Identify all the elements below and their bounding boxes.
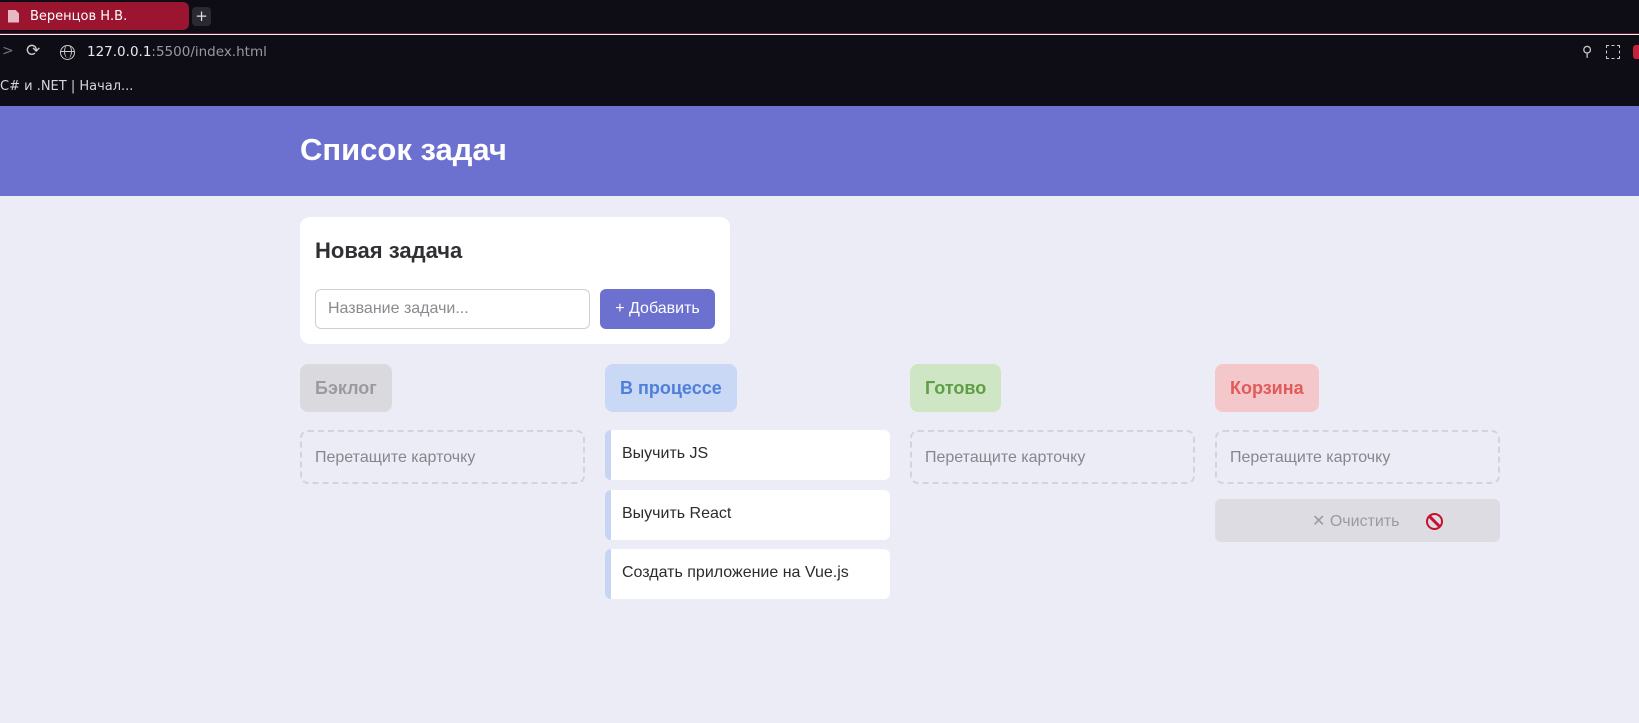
reload-icon[interactable]: ⟳	[26, 41, 40, 61]
url-field[interactable]: 127.0.0.1:5500/index.html	[87, 44, 267, 60]
drop-zone[interactable]: Перетащите карточку	[300, 430, 585, 484]
clear-button-label: ✕ Очистить	[1312, 513, 1400, 530]
add-task-button[interactable]: + Добавить	[600, 289, 715, 329]
task-card[interactable]: Создать приложение на Vue.js	[605, 549, 890, 599]
column-in-progress: В процессе Выучить JS Выучить React Созд…	[605, 364, 890, 599]
task-card[interactable]: Выучить React	[605, 490, 890, 540]
column-done: Готово Перетащите карточку	[910, 364, 1195, 484]
bookmark-item[interactable]: C# и .NET | Начал...	[0, 79, 133, 94]
column-title: Готово	[910, 364, 1002, 412]
address-bar: > ⟳ 127.0.0.1:5500/index.html ⚲	[0, 35, 1639, 71]
clear-trash-button[interactable]: ✕ Очистить	[1215, 499, 1500, 542]
browser-tab[interactable]: Веренцов Н.В.	[0, 2, 189, 30]
extension-icon[interactable]	[1633, 45, 1639, 59]
no-entry-icon	[1426, 513, 1443, 530]
column-title: Бэклог	[300, 364, 392, 412]
screenshot-icon[interactable]	[1606, 45, 1620, 59]
new-tab-button[interactable]: +	[192, 7, 211, 26]
drop-zone[interactable]: Перетащите карточку	[1215, 430, 1500, 484]
globe-icon[interactable]	[60, 45, 75, 60]
tab-title: Веренцов Н.В.	[30, 8, 128, 24]
task-card[interactable]: Выучить JS	[605, 430, 890, 480]
app-header: Список задач	[0, 106, 1639, 196]
column-title: В процессе	[605, 364, 737, 412]
column-backlog: Бэклог Перетащите карточку	[300, 364, 585, 484]
task-name-input[interactable]	[315, 289, 590, 329]
column-trash: Корзина Перетащите карточку ✕ Очистить	[1215, 364, 1500, 542]
new-task-title: Новая задача	[315, 238, 463, 263]
document-icon	[8, 9, 19, 23]
new-task-card: Новая задача + Добавить	[300, 217, 730, 344]
url-host: 127.0.0.1	[87, 44, 152, 60]
pin-icon[interactable]: ⚲	[1582, 44, 1592, 60]
page-title: Список задач	[300, 132, 507, 167]
url-path: :5500/index.html	[151, 44, 267, 60]
bookmarks-bar: C# и .NET | Начал...	[0, 71, 1639, 106]
forward-icon[interactable]: >	[2, 43, 14, 59]
column-title: Корзина	[1215, 364, 1319, 412]
browser-tabbar: Веренцов Н.В. +	[0, 0, 1639, 34]
drop-zone[interactable]: Перетащите карточку	[910, 430, 1195, 484]
